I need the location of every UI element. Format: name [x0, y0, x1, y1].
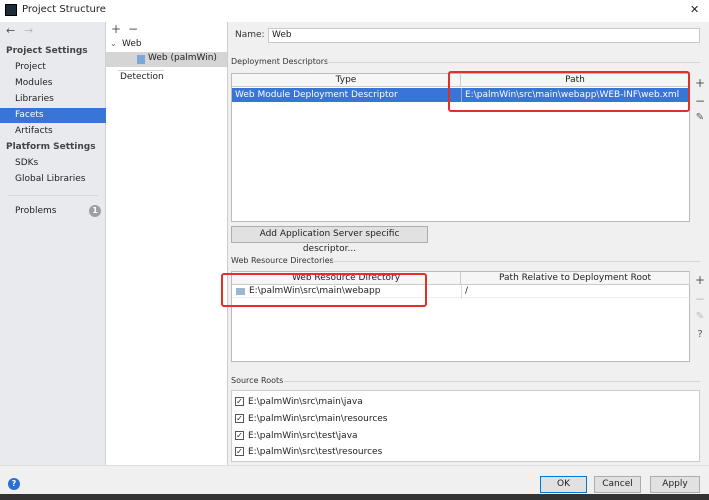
source-root-checkbox[interactable]: ✓ E:\palmWin\src\test\resources: [235, 446, 382, 459]
sidebar-item-project[interactable]: Project: [0, 60, 106, 75]
facet-tree-panel: + − ⌄ Web Web (palmWin) Detection: [106, 22, 228, 465]
divider: [0, 465, 709, 466]
add-server-descriptor-button[interactable]: Add Application Server specific descript…: [231, 226, 428, 254]
name-input[interactable]: Web: [268, 28, 700, 43]
tree-node-web[interactable]: Web: [122, 39, 142, 49]
forward-button[interactable]: →: [24, 24, 33, 37]
close-button[interactable]: ✕: [690, 3, 699, 16]
sidebar-item-facets[interactable]: Facets: [0, 108, 106, 123]
source-root-checkbox[interactable]: ✓ E:\palmWin\src\test\java: [235, 430, 358, 443]
problems-badge: 1: [89, 205, 101, 217]
source-root-label: E:\palmWin\src\test\resources: [248, 447, 383, 457]
name-label: Name:: [235, 30, 265, 40]
checkbox-icon[interactable]: ✓: [235, 447, 244, 456]
source-root-label: E:\palmWin\src\main\java: [248, 397, 363, 407]
column-header-type[interactable]: Type: [232, 74, 461, 87]
add-descriptor-button[interactable]: +: [694, 76, 706, 90]
source-root-checkbox[interactable]: ✓ E:\palmWin\src\main\java: [235, 396, 363, 409]
tree-node-label: Web (palmWin): [148, 53, 217, 63]
sidebar: ← → Project Settings Project Modules Lib…: [0, 22, 106, 465]
add-facet-button[interactable]: +: [111, 22, 121, 36]
divider: [118, 70, 164, 71]
platform-settings-heading: Platform Settings: [6, 142, 96, 152]
window-title: Project Structure: [22, 4, 106, 15]
relative-path-cell: /: [461, 285, 468, 299]
add-resource-button[interactable]: +: [694, 273, 706, 287]
edit-resource-button[interactable]: ✎: [694, 311, 706, 322]
remove-resource-button[interactable]: −: [694, 292, 706, 306]
help-resource-button[interactable]: ?: [694, 329, 706, 340]
checkbox-icon[interactable]: ✓: [235, 431, 244, 440]
divider: [328, 261, 700, 262]
checkbox-icon[interactable]: ✓: [235, 414, 244, 423]
type-cell: Web Module Deployment Descriptor: [235, 90, 398, 100]
tree-node-detection[interactable]: Detection: [120, 72, 164, 82]
apply-button[interactable]: Apply: [650, 476, 700, 493]
tree-node-web-palmwin[interactable]: Web (palmWin): [106, 52, 227, 67]
divider: [325, 62, 700, 63]
sidebar-item-artifacts[interactable]: Artifacts: [0, 124, 106, 139]
source-root-label: E:\palmWin\src\test\java: [248, 431, 358, 441]
project-settings-heading: Project Settings: [6, 46, 88, 56]
sidebar-item-modules[interactable]: Modules: [0, 76, 106, 91]
highlight-box: [448, 71, 690, 112]
highlight-box: [221, 273, 427, 307]
remove-descriptor-button[interactable]: −: [694, 94, 706, 108]
source-root-checkbox[interactable]: ✓ E:\palmWin\src\main\resources: [235, 413, 388, 426]
help-button[interactable]: ?: [8, 478, 20, 490]
title-bar: Project Structure ✕: [0, 0, 709, 22]
sidebar-item-sdks[interactable]: SDKs: [0, 156, 106, 171]
source-root-label: E:\palmWin\src\main\resources: [248, 414, 388, 424]
checkbox-icon[interactable]: ✓: [235, 397, 244, 406]
taskbar-strip: [0, 494, 709, 500]
web-resource-directories-heading: Web Resource Directories: [231, 256, 334, 265]
divider: [8, 195, 98, 196]
deployment-descriptors-heading: Deployment Descriptors: [231, 57, 329, 66]
ok-button[interactable]: OK: [540, 476, 587, 493]
source-roots-heading: Source Roots: [231, 376, 284, 385]
app-icon: [5, 4, 17, 16]
back-button[interactable]: ←: [6, 24, 15, 37]
remove-facet-button[interactable]: −: [128, 22, 138, 36]
sidebar-item-global-libraries[interactable]: Global Libraries: [0, 172, 106, 187]
edit-descriptor-button[interactable]: ✎: [694, 112, 706, 123]
chevron-down-icon[interactable]: ⌄: [110, 39, 117, 48]
column-header-relative-path[interactable]: Path Relative to Deployment Root: [461, 272, 690, 285]
divider: [284, 381, 700, 382]
cancel-button[interactable]: Cancel: [594, 476, 641, 493]
web-facet-icon: [137, 55, 145, 64]
sidebar-item-libraries[interactable]: Libraries: [0, 92, 106, 107]
